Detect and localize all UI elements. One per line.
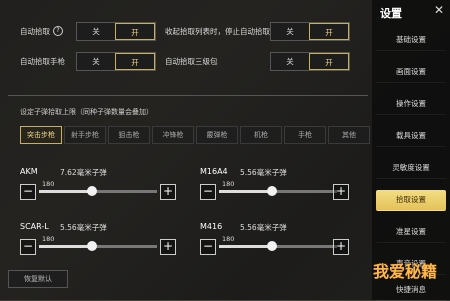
auto-bag-label: 自动拾取三级包 <box>165 56 218 66</box>
sidebar-item-graphics[interactable]: 画面设置 <box>376 62 446 83</box>
collapse-stop-row: 收起拾取列表时，停止自动拾取 <box>165 22 270 40</box>
help-icon[interactable]: ? <box>53 26 63 36</box>
auto-bag-toggle[interactable]: 关 开 <box>270 52 350 71</box>
gun-name: M416 <box>200 222 223 231</box>
slider-fill <box>39 190 93 193</box>
on-option[interactable]: 开 <box>309 23 349 40</box>
gun-name: AKM <box>20 167 38 176</box>
tab-assault-rifle[interactable]: 突击步枪 <box>20 126 62 144</box>
on-option[interactable]: 开 <box>309 53 349 70</box>
plus-button[interactable]: + <box>160 184 176 200</box>
sidebar-item-sensitivity[interactable]: 灵敏度设置 <box>376 158 446 179</box>
plus-button[interactable]: + <box>160 239 176 255</box>
tab-shotgun[interactable]: 霰弹枪 <box>196 126 238 144</box>
sidebar-item-vehicle[interactable]: 载具设置 <box>376 126 446 147</box>
sidebar-item-crosshair[interactable]: 准星设置 <box>376 222 446 243</box>
ammo-value: 180 <box>222 235 235 243</box>
gun-name: SCAR-L <box>20 222 49 231</box>
ammo-type: 5.56毫米子弹 <box>240 223 287 232</box>
sidebar-item-basic[interactable]: 基础设置 <box>376 30 446 51</box>
ammo-slider[interactable] <box>219 241 337 251</box>
plus-button[interactable]: + <box>333 184 349 200</box>
auto-pickup-row: 自动拾取 ? <box>20 22 63 40</box>
reset-default-button[interactable]: 恢复默认 <box>8 270 68 288</box>
auto-pickup-pistol-row: 自动拾取手枪 <box>20 52 65 70</box>
settings-panel: 自动拾取 ? 关 开 收起拾取列表时，停止自动拾取 关 开 自动拾取手枪 关 开… <box>0 0 372 300</box>
minus-button[interactable]: − <box>20 239 36 255</box>
tab-lmg[interactable]: 机枪 <box>240 126 282 144</box>
auto-pickup-pistol-label: 自动拾取手枪 <box>20 56 65 66</box>
divider <box>8 95 368 96</box>
ammo-slider[interactable] <box>39 186 157 196</box>
slider-handle[interactable] <box>267 241 278 251</box>
slider-fill <box>39 245 93 248</box>
slider-handle[interactable] <box>267 186 278 196</box>
auto-pickup-toggle[interactable]: 关 开 <box>76 22 156 41</box>
tab-sniper[interactable]: 狙击枪 <box>108 126 150 144</box>
auto-pickup-label: 自动拾取 <box>20 26 50 36</box>
auto-pickup-pistol-toggle[interactable]: 关 开 <box>76 52 156 71</box>
weapon-tabs: 突击步枪 射手步枪 狙击枪 冲锋枪 霰弹枪 机枪 手枪 其他 <box>20 126 372 144</box>
sidebar-item-controls[interactable]: 操作设置 <box>376 94 446 115</box>
collapse-stop-label: 收起拾取列表时，停止自动拾取 <box>165 26 270 36</box>
on-option[interactable]: 开 <box>115 53 155 70</box>
ammo-slider[interactable] <box>219 186 337 196</box>
slider-fill <box>219 245 273 248</box>
tab-pistol[interactable]: 手枪 <box>284 126 326 144</box>
minus-button[interactable]: − <box>200 184 216 200</box>
plus-button[interactable]: + <box>333 239 349 255</box>
gun-name: M16A4 <box>200 167 228 176</box>
ammo-type: 7.62毫米子弹 <box>60 168 107 177</box>
slider-handle[interactable] <box>87 186 98 196</box>
gun-setting-m416: M416 5.56毫米子弹 180 − + <box>200 222 365 264</box>
tab-other[interactable]: 其他 <box>328 126 370 144</box>
close-icon[interactable]: ✕ <box>434 3 444 17</box>
gun-setting-scar-l: SCAR-L 5.56毫米子弹 180 − + <box>20 222 185 264</box>
minus-button[interactable]: − <box>20 184 36 200</box>
off-option[interactable]: 关 <box>77 23 115 40</box>
ammo-slider[interactable] <box>39 241 157 251</box>
ammo-type: 5.56毫米子弹 <box>60 223 107 232</box>
ammo-type: 5.56毫米子弹 <box>240 168 287 177</box>
off-option[interactable]: 关 <box>271 23 309 40</box>
ammo-value: 180 <box>42 180 55 188</box>
watermark-logo: 我爱秘籍 <box>373 262 438 281</box>
sidebar-title: 设置 <box>380 7 402 20</box>
on-option[interactable]: 开 <box>115 23 155 40</box>
slider-fill <box>219 190 273 193</box>
gun-setting-m16a4: M16A4 5.56毫米子弹 180 − + <box>200 167 365 209</box>
auto-bag-row: 自动拾取三级包 <box>165 52 218 70</box>
ammo-value: 180 <box>222 180 235 188</box>
off-option[interactable]: 关 <box>271 53 309 70</box>
collapse-stop-toggle[interactable]: 关 开 <box>270 22 350 41</box>
slider-handle[interactable] <box>87 241 98 251</box>
sidebar-item-pickup[interactable]: 拾取设置 <box>376 190 446 211</box>
ammo-limit-title: 设定子弹拾取上限（同种子弹数量会叠加） <box>20 108 153 116</box>
tab-dmr[interactable]: 射手步枪 <box>64 126 106 144</box>
off-option[interactable]: 关 <box>77 53 115 70</box>
settings-sidebar: 设置 ✕ 基础设置 画面设置 操作设置 载具设置 灵敏度设置 拾取设置 准星设置… <box>372 0 450 301</box>
gun-setting-akm: AKM 7.62毫米子弹 180 − + <box>20 167 185 209</box>
sidebar-item-quick-message[interactable]: 快捷消息 <box>376 280 446 301</box>
ammo-value: 180 <box>42 235 55 243</box>
tab-smg[interactable]: 冲锋枪 <box>152 126 194 144</box>
minus-button[interactable]: − <box>200 239 216 255</box>
